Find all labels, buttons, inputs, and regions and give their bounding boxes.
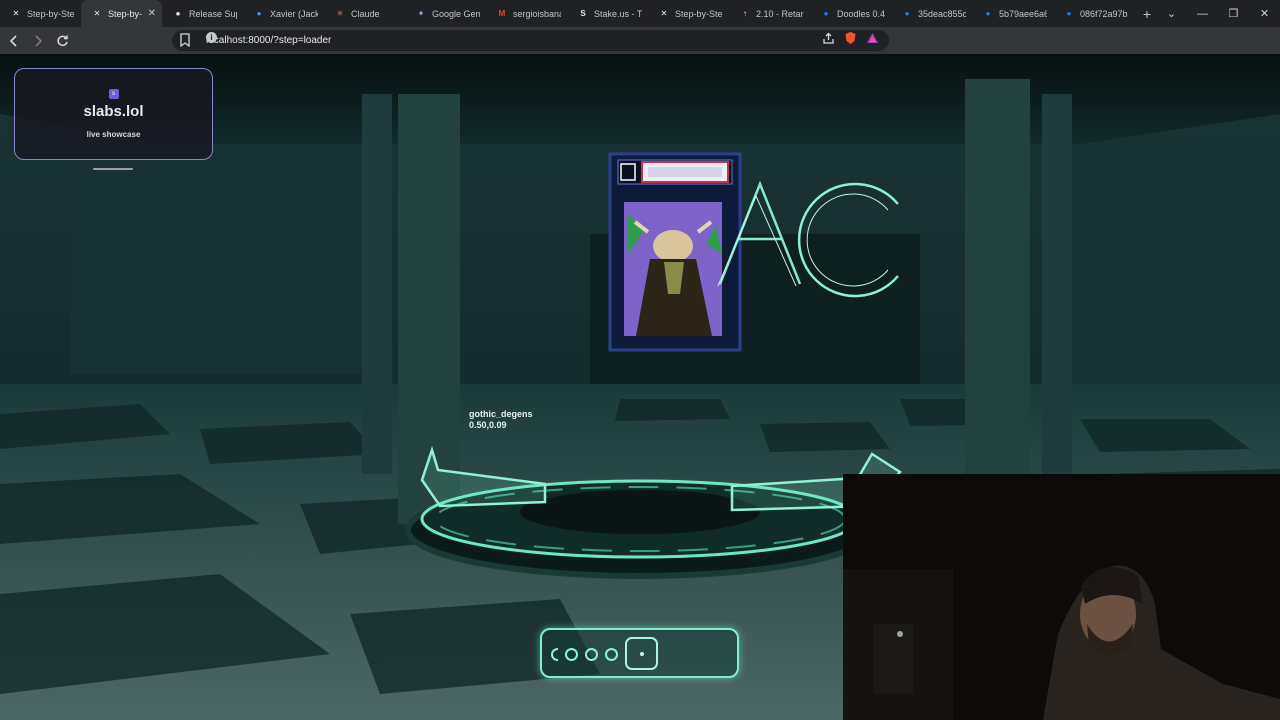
webcam-overlay — [843, 474, 1280, 720]
step-dot[interactable] — [605, 648, 618, 661]
brand-card: s slabs.lol live showcase — [14, 68, 213, 160]
pillar — [965, 79, 1030, 499]
tab-strip: ✕ Step-by-Step ✕ Step-by- ✕ ● Release Super ● Xa… — [0, 0, 1280, 27]
step-dot[interactable] — [585, 648, 598, 661]
logo-icon: s — [108, 89, 119, 99]
divider — [93, 168, 133, 170]
tab-title: sergioisbanan — [513, 8, 561, 19]
opensea-icon: ● — [823, 9, 829, 18]
profile-icon: ● — [256, 9, 262, 18]
x-icon: ✕ — [93, 9, 101, 18]
minimize-button[interactable]: — — [1187, 0, 1218, 27]
step-dot-selected[interactable] — [625, 637, 658, 670]
opensea-icon: ● — [904, 9, 910, 18]
opensea-icon: ● — [1066, 9, 1072, 18]
browser-tab[interactable]: ↑ 2.10 - Retard — [729, 0, 810, 27]
close-window-button[interactable]: ✕ — [1249, 0, 1280, 27]
tab-title: Stake.us - The — [594, 8, 642, 19]
pillar — [1042, 94, 1072, 484]
nft-frame[interactable] — [608, 152, 742, 352]
browser-tab[interactable]: ● Release Super — [162, 0, 243, 27]
back-button[interactable] — [4, 31, 24, 51]
url-text[interactable]: localhost:8000/?step=loader — [206, 35, 331, 46]
browser-tab[interactable]: S Stake.us - The — [567, 0, 648, 27]
address-bar[interactable]: localhost:8000/?step=loader — [172, 30, 889, 51]
back-arrow-icon — [9, 34, 17, 47]
browser-toolbar: localhost:8000/?step=loader i ◐)))◘◆X◉✚▣… — [0, 27, 1280, 70]
tab-title: Doodles 0.42 — [837, 8, 885, 19]
right-alcove — [1070, 174, 1280, 394]
close-tab-icon[interactable]: ✕ — [148, 8, 156, 19]
tab-title: Step-by-Step — [27, 8, 75, 19]
site-info-icon[interactable]: i — [206, 32, 217, 43]
asset-label: gothic_degens 0.50,0.09 — [469, 409, 533, 431]
tab-title: 2.10 - Retard — [756, 8, 804, 19]
tab-title: Release Super — [189, 8, 237, 19]
browser-tab[interactable]: ✕ Step-by- ✕ — [81, 0, 162, 27]
asset-coordinates: 0.50,0.09 — [469, 420, 507, 430]
browser-tab[interactable]: ● 35deac855c9 — [891, 0, 972, 27]
reload-button[interactable] — [52, 31, 72, 51]
tab-title: Step-by-Step — [675, 8, 723, 19]
browser-tab[interactable]: ✕ Step-by-Step — [648, 0, 729, 27]
x-icon: ✕ — [12, 9, 20, 18]
claude-icon: ✳ — [336, 9, 344, 18]
window-controls: ⌄ — ❐ ✕ — [1156, 0, 1280, 27]
omnibox-actions — [822, 31, 879, 45]
webcam-feed — [843, 474, 1280, 720]
brand-subtitle: live showcase — [86, 130, 141, 139]
reload-icon — [56, 35, 68, 47]
tab-list: ✕ Step-by-Step ✕ Step-by- ✕ ● Release Super ● Xa… — [0, 0, 1134, 27]
tab-title: 5b79aee6a63 — [999, 8, 1047, 19]
browser-tab[interactable]: ● 086f72a97b3 — [1053, 0, 1134, 27]
browser-tab[interactable]: ● 5b79aee6a63 — [972, 0, 1053, 27]
stake-icon: S — [580, 9, 586, 18]
brave-shield-icon[interactable] — [844, 31, 857, 45]
browser-tab[interactable]: ● Doodles 0.42 — [810, 0, 891, 27]
browser-tab[interactable]: Msergioisbanan — [486, 0, 567, 27]
arrow-up-icon: ↑ — [743, 9, 747, 18]
tab-title: Xavier (Jack) — [270, 8, 318, 19]
opensea-icon: ● — [985, 9, 991, 18]
tab-title: 35deac855c9 — [918, 8, 966, 19]
share-icon[interactable] — [822, 32, 835, 45]
step-loader — [540, 628, 739, 678]
github-icon: ● — [175, 9, 181, 18]
forward-button[interactable] — [28, 31, 48, 51]
gmail-icon: M — [498, 9, 506, 18]
pillar — [362, 94, 392, 474]
brave-rewards-icon[interactable] — [866, 32, 879, 44]
step-dot[interactable] — [565, 648, 578, 661]
tab-title: Google Gemin — [432, 8, 480, 19]
gemini-icon: ✦ — [417, 9, 425, 18]
brand-title: slabs.lol — [83, 103, 144, 120]
browser-tab[interactable]: ✦ Google Gemin — [405, 0, 486, 27]
tab-title: Claude — [351, 8, 380, 19]
forward-arrow-icon — [35, 34, 43, 47]
chevron-down-icon[interactable]: ⌄ — [1156, 0, 1187, 27]
x-icon: ✕ — [660, 9, 668, 18]
step-indicator-partial — [551, 648, 558, 661]
asset-name: gothic_degens — [469, 409, 533, 419]
bookmark-icon[interactable] — [180, 33, 190, 47]
tab-title: Step-by- — [108, 8, 143, 19]
tab-title: 086f72a97b3 — [1080, 8, 1128, 19]
left-alcove — [70, 174, 370, 374]
browser-tab[interactable]: ✕ Step-by-Step — [0, 0, 81, 27]
browser-tab[interactable]: ● Xavier (Jack) — [243, 0, 324, 27]
maximize-button[interactable]: ❐ — [1218, 0, 1249, 27]
browser-tab[interactable]: ✳ Claude — [324, 0, 405, 27]
